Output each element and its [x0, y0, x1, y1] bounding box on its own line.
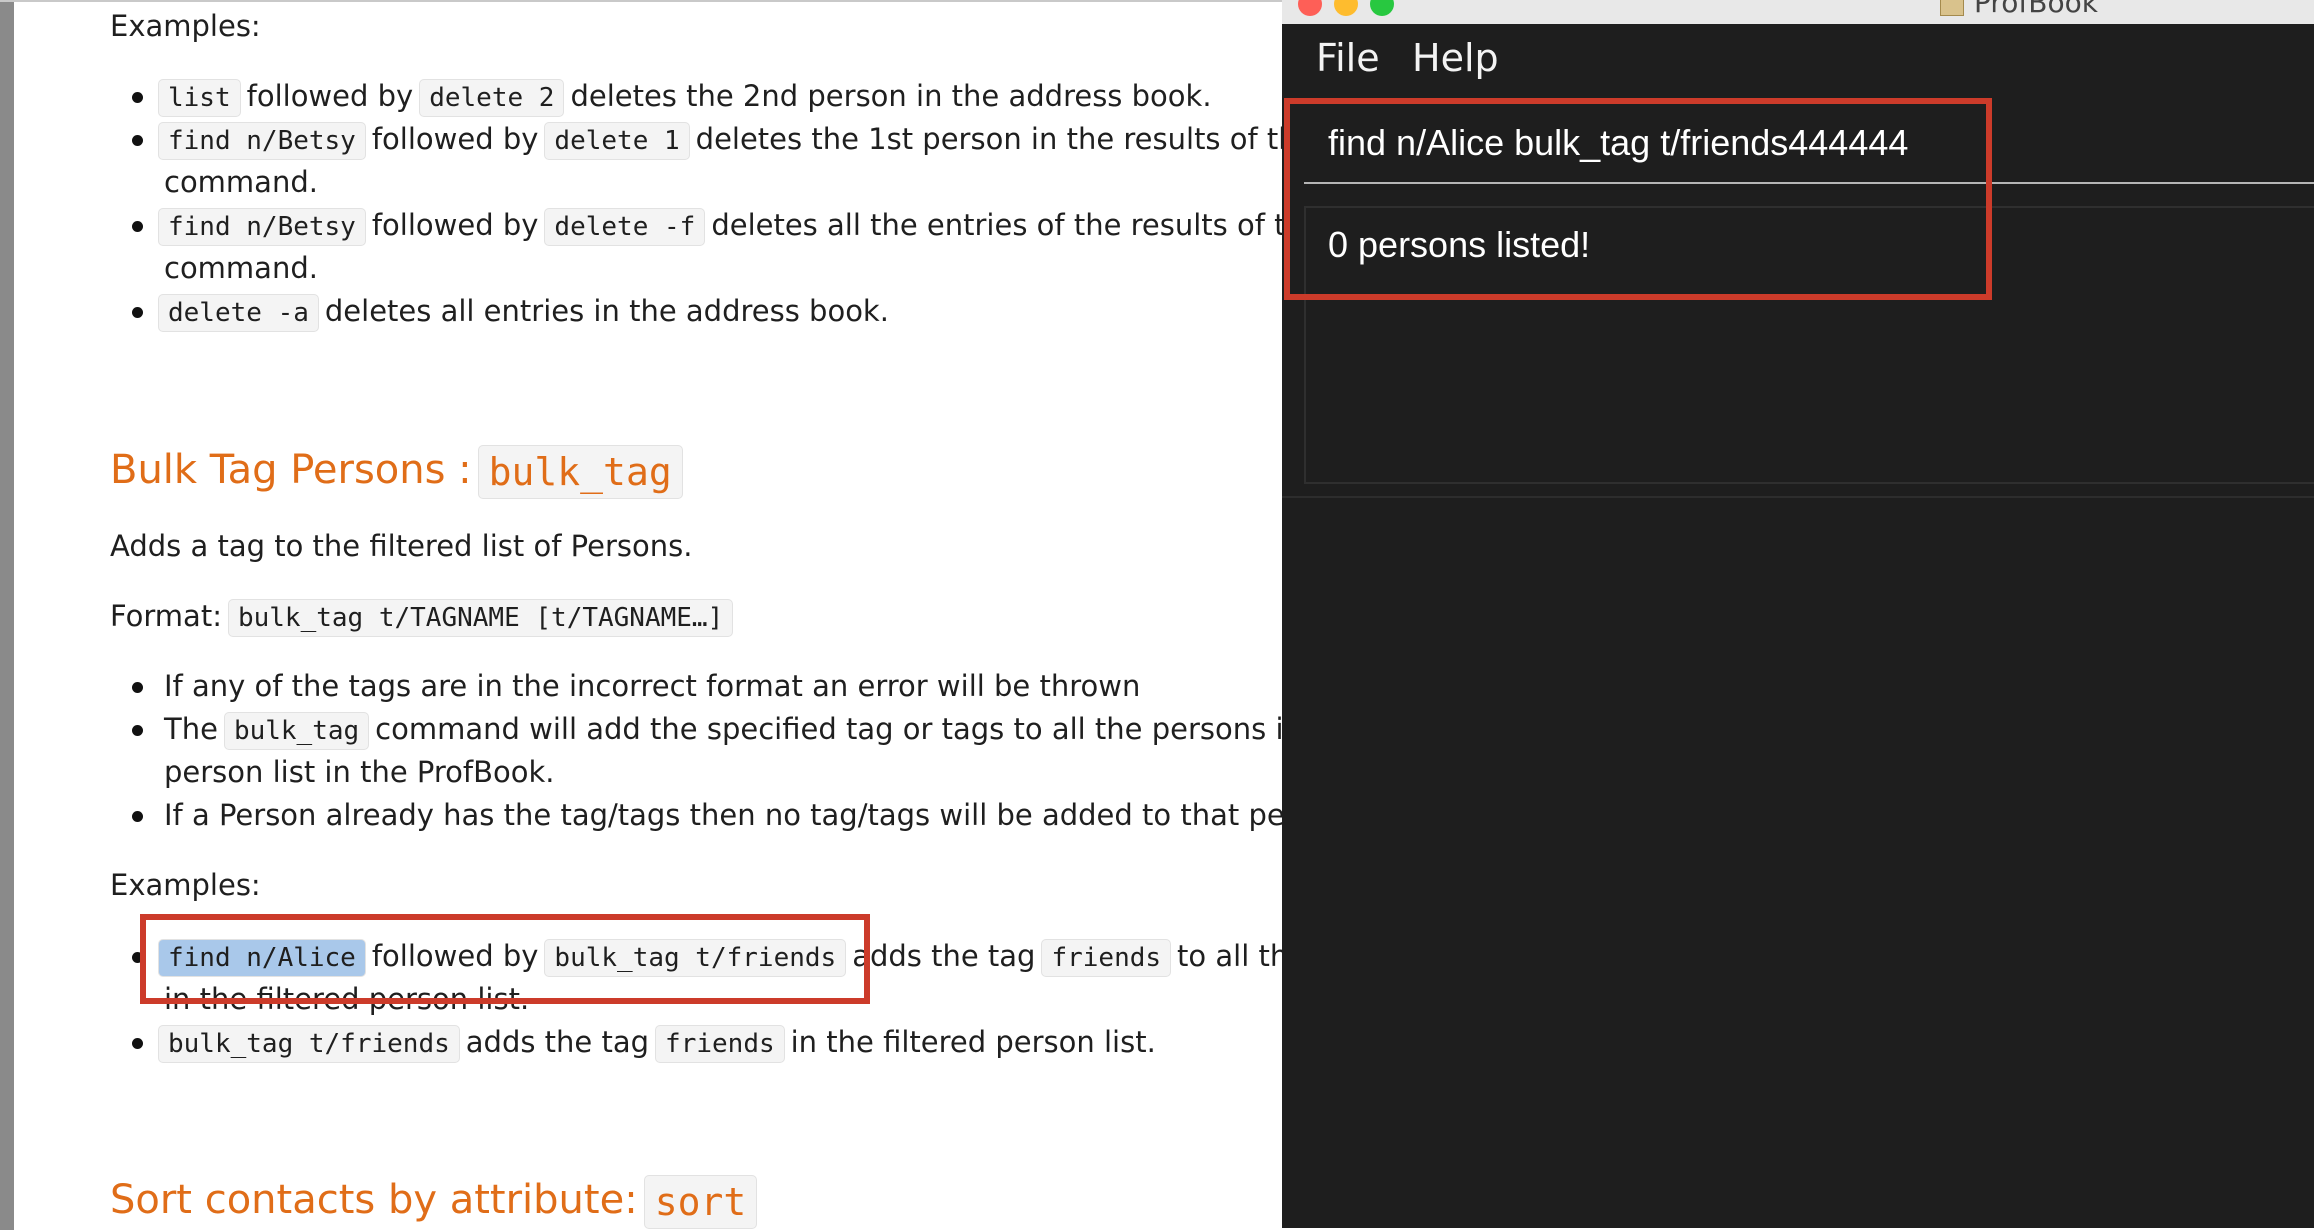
menu-bar: File Help — [1282, 24, 2314, 96]
inline-code: find n/Betsy — [158, 122, 366, 160]
inline-code: delete 1 — [544, 122, 690, 160]
bullet — [132, 1038, 143, 1049]
bullet — [132, 682, 143, 693]
bullet — [132, 135, 143, 146]
annotation-highlight-box — [140, 914, 870, 1004]
format-line: Format: bulk_tag t/TAGNAME [t/TAGNAME…] — [110, 596, 739, 637]
section-heading-bulk-tag: Bulk Tag Persons : bulk_tag — [110, 442, 689, 499]
list-item: If any of the tags are in the incorrect … — [164, 669, 1141, 703]
close-window-button[interactable] — [1298, 0, 1322, 16]
bullet — [132, 811, 143, 822]
inline-code: friends — [1041, 939, 1172, 977]
inline-code: list — [158, 79, 241, 117]
list-item-continuation: command. — [164, 251, 318, 285]
examples-label-top: Examples: — [110, 9, 261, 43]
window-title: ProfBook — [1974, 0, 2098, 19]
list-item: bulk_tag t/friends adds the tag friends in … — [158, 1022, 1156, 1063]
bullet — [132, 221, 143, 232]
inline-code: find n/Betsy — [158, 208, 366, 246]
list-item-continuation: command. — [164, 165, 318, 199]
section-heading-sort: Sort contacts by attribute: sort — [110, 1172, 763, 1229]
menu-file[interactable]: File — [1316, 36, 1380, 80]
documentation-page: Examples: list followed by delete 2 deletes… — [0, 0, 1282, 1230]
list-item: delete -a deletes all entries in the addr… — [158, 291, 889, 332]
inline-code: bulk_tag — [223, 712, 370, 750]
list-item: find n/Betsy followed by delete -f deletes … — [158, 205, 1282, 246]
profbook-window: ProfBook File Help find n/Alice bulk_tag… — [1282, 0, 2314, 1228]
annotation-highlight-box — [1284, 98, 1992, 300]
panel-divider — [1282, 496, 2314, 498]
list-item: find n/Betsy followed by delete 1 deletes t… — [158, 119, 1282, 160]
zoom-window-button[interactable] — [1370, 0, 1394, 16]
inline-code: friends — [655, 1025, 785, 1063]
list-item-continuation: person list in the ProfBook. — [164, 755, 555, 789]
window-titlebar: ProfBook — [1282, 0, 2314, 25]
format-code: bulk_tag t/TAGNAME [t/TAGNAME…] — [227, 599, 734, 637]
window-edge — [0, 2, 14, 1230]
document-icon — [1940, 0, 1964, 16]
inline-code: bulk_tag t/friends — [158, 1025, 460, 1063]
bullet — [132, 725, 143, 736]
section-description: Adds a tag to the filtered list of Perso… — [110, 529, 693, 563]
examples-label: Examples: — [110, 868, 261, 902]
bullet — [132, 92, 143, 103]
inline-code: delete 2 — [419, 79, 565, 117]
list-item: list followed by delete 2 deletes the 2nd p… — [158, 76, 1212, 117]
heading-code: bulk_tag — [477, 445, 683, 499]
minimize-window-button[interactable] — [1334, 0, 1358, 16]
menu-help[interactable]: Help — [1412, 36, 1499, 80]
list-item: If a Person already has the tag/tags the… — [164, 798, 1282, 832]
inline-code: delete -a — [158, 294, 319, 332]
heading-code: sort — [643, 1175, 758, 1229]
inline-code: delete -f — [544, 208, 706, 246]
bullet — [132, 307, 143, 318]
list-item: The bulk_tag command will add the specifie… — [164, 709, 1282, 750]
